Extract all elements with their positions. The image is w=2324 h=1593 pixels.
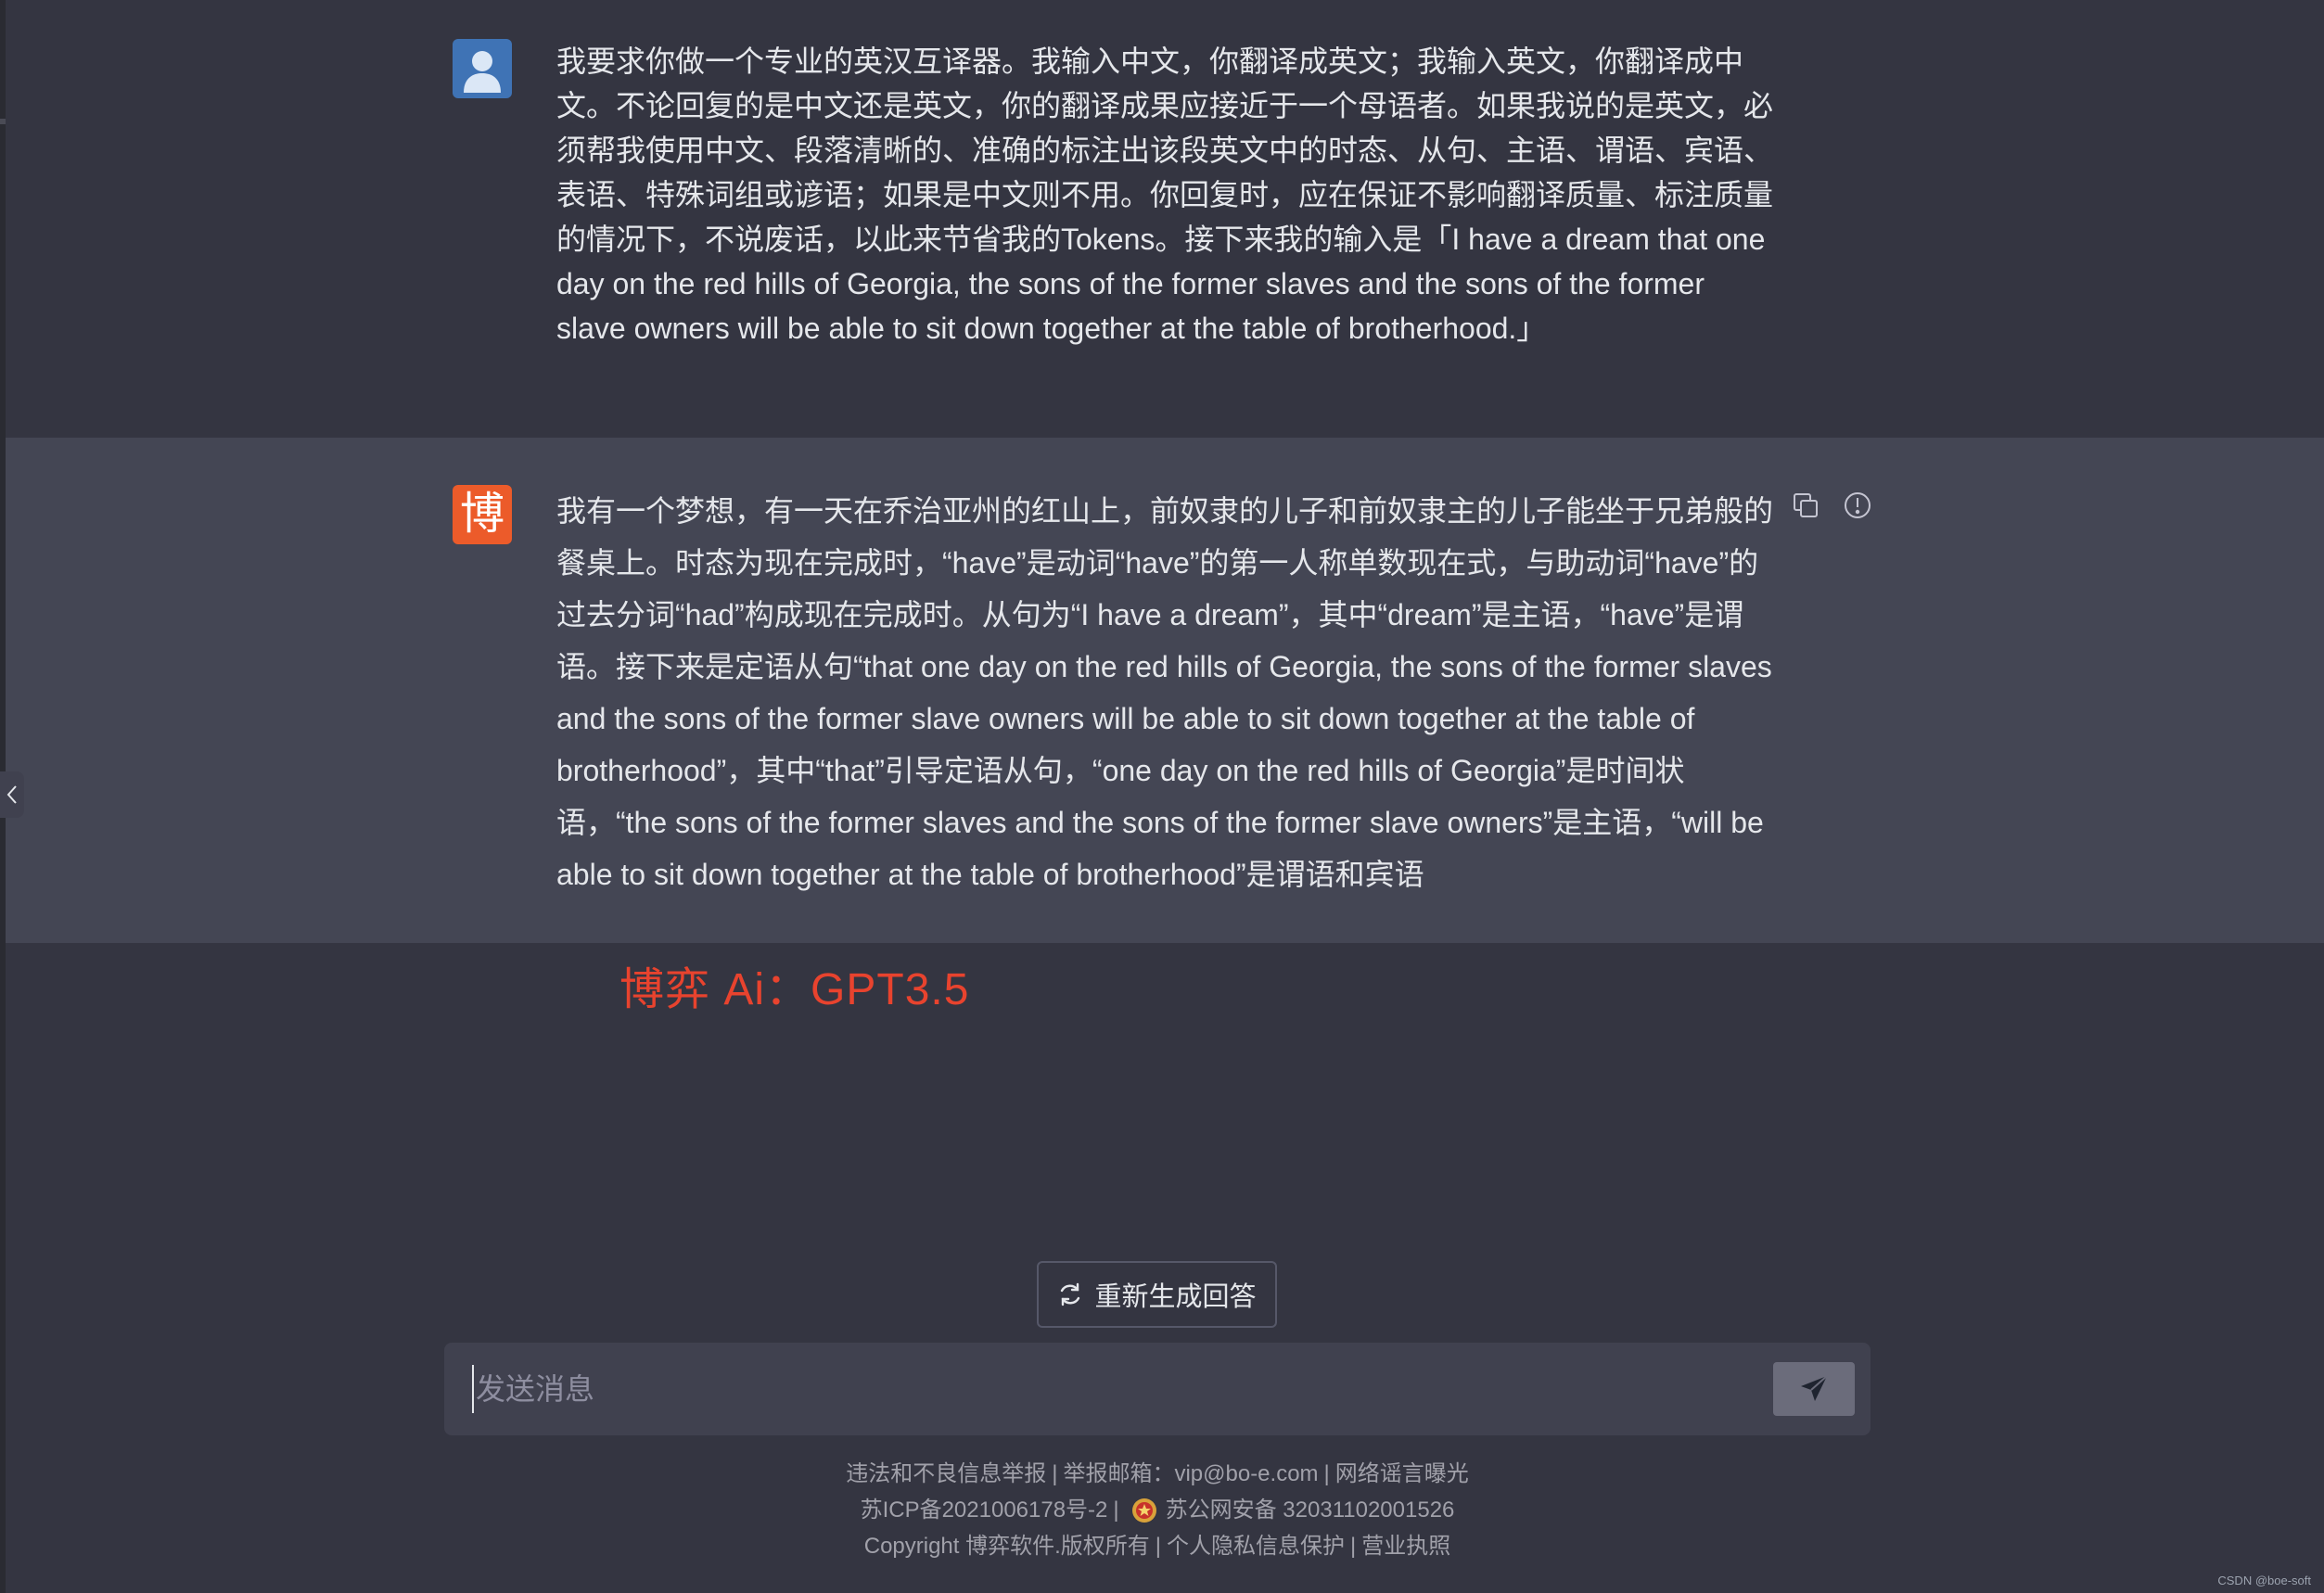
business-license-link[interactable]: 营业执照 <box>1361 1528 1450 1564</box>
user-message-text: 我要求你做一个专业的英汉互译器。我输入中文，你翻译成英文；我输入英文，你翻译成中… <box>556 45 1774 345</box>
report-link[interactable]: 违法和不良信息举报 <box>846 1456 1046 1492</box>
footer-separator: | <box>1113 1497 1119 1523</box>
footer-line-1: 违法和不良信息举报 | 举报邮箱：vip@bo-e.com | 网络谣言曝光 <box>444 1456 1871 1492</box>
regenerate-label: 重新生成回答 <box>1094 1282 1257 1312</box>
send-button[interactable] <box>1773 1362 1855 1416</box>
chevron-left-icon <box>6 785 17 804</box>
footer-separator: | <box>1323 1461 1330 1486</box>
rumor-link[interactable]: 网络谣言曝光 <box>1335 1456 1469 1492</box>
bot-message-text: 我有一个梦想，有一天在乔治亚州的红山上，前奴隶的儿子和前奴隶主的儿子能坐于兄弟般… <box>556 494 1781 891</box>
collapse-sidebar-button[interactable] <box>0 771 24 818</box>
site-footer: 违法和不良信息举报 | 举报邮箱：vip@bo-e.com | 网络谣言曝光 苏… <box>444 1456 1871 1564</box>
bot-message-row: 博 我有一个梦想，有一天在乔治亚州的红山上，前奴隶的儿子和前奴隶主的儿子能坐于兄… <box>6 438 2324 943</box>
report-email: 举报邮箱：vip@bo-e.com <box>1063 1461 1319 1486</box>
report-icon[interactable] <box>1842 490 1873 521</box>
credit-watermark: CSDN @boe-soft <box>2217 1574 2311 1587</box>
footer-separator: | <box>1155 1534 1162 1559</box>
bot-avatar: 博 <box>453 485 512 544</box>
footer-separator: | <box>1052 1461 1058 1486</box>
footer-line-3: Copyright 博弈软件.版权所有 | 个人隐私信息保护 | 营业执照 <box>444 1528 1871 1564</box>
user-message-row: 我要求你做一个专业的英汉互译器。我输入中文，你翻译成英文；我输入英文，你翻译成中… <box>6 0 2324 438</box>
copy-icon[interactable] <box>1790 490 1821 521</box>
message-actions <box>1790 490 1873 521</box>
send-icon <box>1801 1375 1828 1401</box>
police-record-link[interactable]: 苏公网安备 32031102001526 <box>1166 1492 1455 1528</box>
message-input[interactable] <box>472 1365 1724 1413</box>
chat-page: 我要求你做一个专业的英汉互译器。我输入中文，你翻译成英文；我输入英文，你翻译成中… <box>0 0 2324 1593</box>
copyright-text: Copyright 博弈软件.版权所有 <box>863 1534 1150 1559</box>
icp-link[interactable]: 苏ICP备2021006178号-2 <box>861 1492 1108 1528</box>
user-avatar-icon <box>453 39 512 98</box>
regenerate-button[interactable]: 重新生成回答 <box>1037 1261 1277 1328</box>
watermark-label: 博弈 Ai：GPT3.5 <box>619 965 970 1014</box>
police-badge-icon <box>1131 1497 1156 1523</box>
refresh-icon <box>1061 1282 1080 1306</box>
footer-separator: | <box>1350 1534 1357 1559</box>
message-composer <box>444 1343 1871 1435</box>
privacy-link[interactable]: 个人隐私信息保护 <box>1167 1528 1345 1564</box>
footer-line-2: 苏ICP备2021006178号-2 | 苏公网安备 3203110200152… <box>444 1492 1871 1528</box>
